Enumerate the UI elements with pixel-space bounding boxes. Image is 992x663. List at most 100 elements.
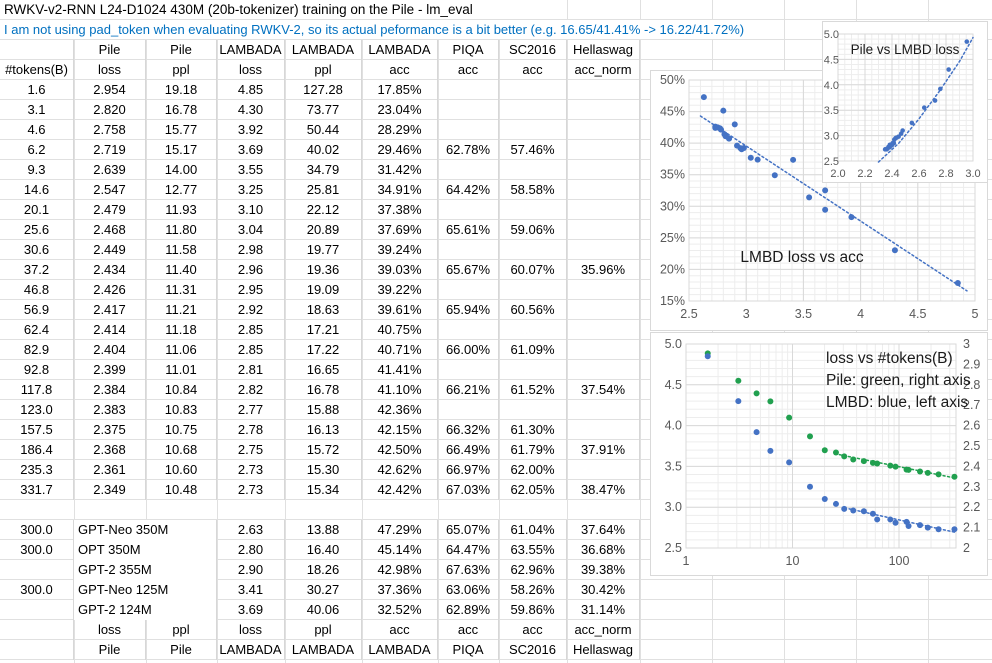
cell[interactable]: 65.67% [438,260,499,280]
cell[interactable]: 34.91% [362,180,438,200]
cell[interactable]: 65.94% [438,300,499,320]
cell[interactable]: 58.58% [499,180,567,200]
cell[interactable]: 38.47% [567,480,640,500]
cell[interactable]: 82.9 [0,340,74,360]
cell-model-name[interactable]: GPT-Neo 125M [74,580,217,600]
cell[interactable]: 42.42% [362,480,438,500]
cell[interactable]: 117.8 [0,380,74,400]
cell[interactable]: 2.547 [74,180,146,200]
cell[interactable]: 4.6 [0,120,74,140]
cell[interactable]: 34.79 [285,160,362,180]
cell[interactable]: 16.40 [285,540,362,560]
cell[interactable]: 39.03% [362,260,438,280]
cell[interactable]: 127.28 [285,80,362,100]
footer-dataset[interactable]: PIQA [438,640,499,660]
cell-tokens[interactable] [0,600,74,620]
cell[interactable] [567,120,640,140]
cell[interactable]: 62.00% [499,460,567,480]
cell[interactable]: 28.29% [362,120,438,140]
cell[interactable] [499,100,567,120]
cell[interactable] [567,140,640,160]
footer-dataset[interactable]: Pile [74,640,146,660]
cell[interactable]: 2.73 [217,460,285,480]
cell[interactable]: 11.21 [146,300,217,320]
cell[interactable]: 61.52% [499,380,567,400]
footer-metric[interactable] [0,620,74,640]
cell[interactable]: 16.78 [285,380,362,400]
header-dataset[interactable]: Pile [146,40,217,60]
cell[interactable]: 3.25 [217,180,285,200]
cell[interactable]: 67.03% [438,480,499,500]
footer-dataset[interactable]: SC2016 [499,640,567,660]
footer-dataset[interactable]: Pile [146,640,217,660]
cell[interactable]: 2.758 [74,120,146,140]
cell[interactable]: 17.22 [285,340,362,360]
cell[interactable]: 3.1 [0,100,74,120]
chart-loss-vs-tokens[interactable]: 1101002.53.03.54.04.55.022.12.22.32.42.5… [650,332,988,576]
cell[interactable] [499,120,567,140]
cell[interactable]: 59.86% [499,600,567,620]
cell[interactable]: 39.38% [567,560,640,580]
footer-dataset[interactable]: LAMBADA [285,640,362,660]
cell[interactable]: 2.75 [217,440,285,460]
cell[interactable]: 19.77 [285,240,362,260]
cell[interactable]: 39.22% [362,280,438,300]
cell[interactable] [567,180,640,200]
cell[interactable]: 32.52% [362,600,438,620]
cell[interactable]: 42.50% [362,440,438,460]
cell[interactable]: 61.79% [499,440,567,460]
cell[interactable]: 46.8 [0,280,74,300]
cell[interactable]: 2.96 [217,260,285,280]
cell[interactable]: 62.4 [0,320,74,340]
cell[interactable] [438,360,499,380]
header-metric[interactable]: #tokens(B) [0,60,74,80]
cell[interactable]: 16.65 [285,360,362,380]
cell[interactable]: 58.26% [499,580,567,600]
cell[interactable] [567,280,640,300]
cell[interactable]: 42.36% [362,400,438,420]
cell[interactable] [438,160,499,180]
cell[interactable] [438,320,499,340]
header-metric[interactable]: acc [362,60,438,80]
footer-dataset[interactable] [0,640,74,660]
footer-metric[interactable]: loss [217,620,285,640]
cell[interactable]: 15.30 [285,460,362,480]
cell[interactable]: 2.80 [217,540,285,560]
cell-tokens[interactable]: 300.0 [0,520,74,540]
cell[interactable] [499,360,567,380]
header-metric[interactable]: acc [438,60,499,80]
cell[interactable]: 67.63% [438,560,499,580]
cell[interactable]: 10.48 [146,480,217,500]
cell[interactable] [567,300,640,320]
cell[interactable]: 2.468 [74,220,146,240]
cell[interactable]: 37.69% [362,220,438,240]
cell[interactable]: 40.06 [285,600,362,620]
cell[interactable] [438,280,499,300]
cell[interactable]: 2.820 [74,100,146,120]
cell[interactable]: 45.14% [362,540,438,560]
cell-tokens[interactable] [0,560,74,580]
cell[interactable]: 11.31 [146,280,217,300]
footer-dataset[interactable]: LAMBADA [362,640,438,660]
cell[interactable] [499,240,567,260]
cell[interactable] [567,460,640,480]
cell[interactable]: 186.4 [0,440,74,460]
cell[interactable]: 37.64% [567,520,640,540]
cell[interactable]: 2.399 [74,360,146,380]
cell[interactable]: 39.24% [362,240,438,260]
cell[interactable]: 64.42% [438,180,499,200]
cell[interactable]: 20.89 [285,220,362,240]
cell[interactable]: 15.88 [285,400,362,420]
cell[interactable] [567,420,640,440]
cell[interactable]: 11.18 [146,320,217,340]
cell[interactable]: 2.417 [74,300,146,320]
cell[interactable] [438,200,499,220]
header-dataset[interactable]: PIQA [438,40,499,60]
cell[interactable]: 3.04 [217,220,285,240]
cell[interactable]: 10.60 [146,460,217,480]
cell[interactable]: 37.36% [362,580,438,600]
cell[interactable]: 4.85 [217,80,285,100]
cell[interactable]: 37.91% [567,440,640,460]
chart-pile-vs-lmbd-loss[interactable]: 2.02.22.42.62.83.02.53.03.54.04.55.0Pile… [822,21,988,183]
cell[interactable] [499,280,567,300]
